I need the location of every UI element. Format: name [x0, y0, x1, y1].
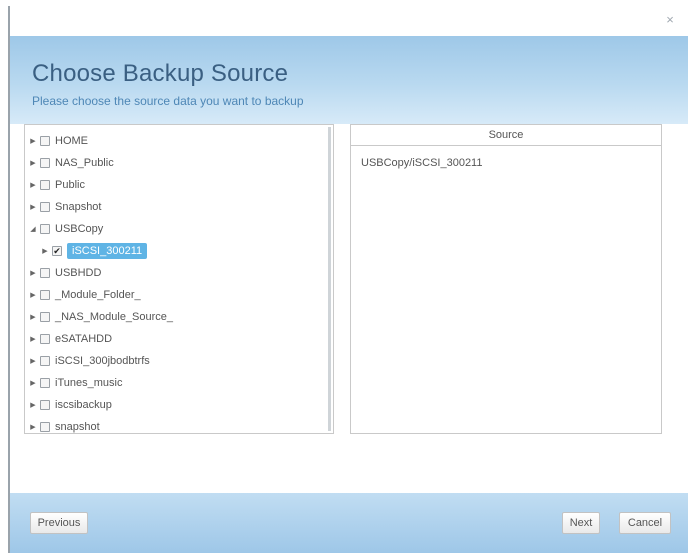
tree-item[interactable]: ▶ _Module_Folder_: [29, 285, 141, 305]
tree-item-label: iSCSI_300jbodbtrfs: [55, 355, 150, 367]
expanded-triangle-icon[interactable]: ◢: [29, 225, 37, 233]
tree-item-label: HOME: [55, 135, 88, 147]
collapsed-triangle-icon[interactable]: ▶: [29, 401, 37, 409]
tree-item[interactable]: ▶ USBHDD: [29, 263, 101, 283]
close-icon[interactable]: ×: [662, 12, 678, 28]
cancel-button[interactable]: Cancel: [619, 512, 671, 534]
tree-item[interactable]: ▶ Public: [29, 175, 85, 195]
page-title: Choose Backup Source: [32, 60, 289, 87]
tree-item[interactable]: ▶ iSCSI_300jbodbtrfs: [29, 351, 150, 371]
tree-item-checkbox[interactable]: [40, 334, 50, 344]
tree-item[interactable]: ▶ ✔ iSCSI_300211: [41, 241, 148, 261]
tree-item-checkbox[interactable]: [40, 180, 50, 190]
dialog-header: Choose Backup Source Please choose the s…: [10, 36, 688, 124]
collapsed-triangle-icon[interactable]: ▶: [29, 159, 37, 167]
tree-item[interactable]: ◢ USBCopy: [29, 219, 103, 239]
tree-item-checkbox[interactable]: ✔: [52, 246, 62, 256]
collapsed-triangle-icon[interactable]: ▶: [29, 357, 37, 365]
tree-item-checkbox[interactable]: [40, 158, 50, 168]
tree-item-label: Public: [55, 179, 85, 191]
tree-item[interactable]: ▶ NAS_Public: [29, 153, 114, 173]
folder-tree-panel: ▶ HOME ▶ NAS_Public ▶ Public ▶ Snapshot ◢ USBCopy…: [24, 124, 334, 434]
tree-item-checkbox[interactable]: [40, 290, 50, 300]
tree-item-checkbox[interactable]: [40, 356, 50, 366]
source-item: USBCopy/iSCSI_300211: [361, 157, 483, 169]
tree-item-label: _Module_Folder_: [55, 289, 141, 301]
tree-item-label: iSCSI_300211: [67, 243, 148, 259]
tree-item[interactable]: ▶ HOME: [29, 131, 88, 151]
tree-item-checkbox[interactable]: [40, 400, 50, 410]
tree-item[interactable]: ▶ iscsibackup: [29, 395, 112, 415]
backup-source-dialog: × Choose Backup Source Please choose the…: [8, 6, 688, 553]
previous-button[interactable]: Previous: [30, 512, 88, 534]
tree-item-checkbox[interactable]: [40, 378, 50, 388]
tree-item-label: eSATAHDD: [55, 333, 113, 345]
collapsed-triangle-icon[interactable]: ▶: [29, 379, 37, 387]
tree-item-label: USBCopy: [55, 223, 104, 235]
tree-item-checkbox[interactable]: [40, 312, 50, 322]
page-subtitle: Please choose the source data you want t…: [32, 94, 304, 108]
source-column-header: Source: [351, 125, 661, 146]
tree-item[interactable]: ▶ Snapshot: [29, 197, 101, 217]
tree-item-label: USBHDD: [55, 267, 102, 279]
collapsed-triangle-icon[interactable]: ▶: [29, 269, 37, 277]
tree-item[interactable]: ▶ _NAS_Module_Source_: [29, 307, 173, 327]
tree-item-label: iTunes_music: [55, 377, 123, 389]
next-button[interactable]: Next: [562, 512, 600, 534]
tree-item[interactable]: ▶ iTunes_music: [29, 373, 122, 393]
dialog-footer: Previous Next Cancel: [10, 493, 688, 553]
tree-item-checkbox[interactable]: [40, 224, 50, 234]
collapsed-triangle-icon[interactable]: ▶: [29, 335, 37, 343]
tree-item[interactable]: ▶ snapshot: [29, 417, 100, 437]
tree-item-label: _NAS_Module_Source_: [55, 311, 174, 323]
tree-item-label: iscsibackup: [55, 399, 112, 411]
collapsed-triangle-icon[interactable]: ▶: [29, 137, 37, 145]
tree-item-checkbox[interactable]: [40, 422, 50, 432]
tree-item-label: Snapshot: [55, 201, 102, 213]
tree-item-checkbox[interactable]: [40, 268, 50, 278]
source-panel: Source USBCopy/iSCSI_300211: [350, 124, 662, 434]
tree-item-checkbox[interactable]: [40, 202, 50, 212]
tree-scrollbar[interactable]: [328, 127, 331, 431]
tree-item-label: snapshot: [55, 421, 100, 433]
collapsed-triangle-icon[interactable]: ▶: [29, 423, 37, 431]
collapsed-triangle-icon[interactable]: ▶: [29, 313, 37, 321]
collapsed-triangle-icon[interactable]: ▶: [41, 247, 49, 255]
collapsed-triangle-icon[interactable]: ▶: [29, 203, 37, 211]
collapsed-triangle-icon[interactable]: ▶: [29, 291, 37, 299]
tree-item[interactable]: ▶ eSATAHDD: [29, 329, 112, 349]
collapsed-triangle-icon[interactable]: ▶: [29, 181, 37, 189]
tree-item-checkbox[interactable]: [40, 136, 50, 146]
tree-item-label: NAS_Public: [55, 157, 114, 169]
